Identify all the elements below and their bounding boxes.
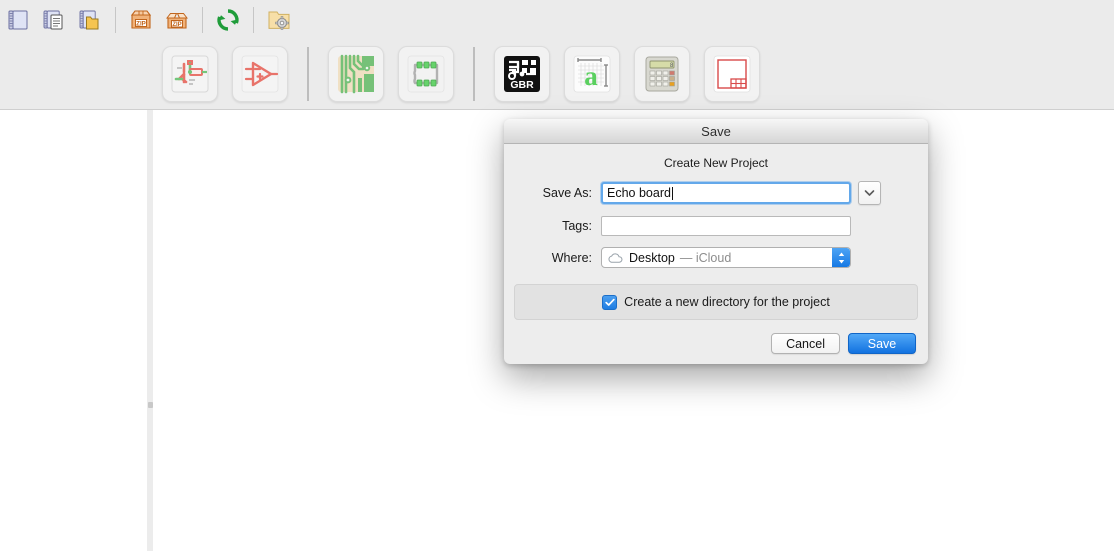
launcher-separator [473,47,475,101]
save-dialog: Save Create New Project Save As: Echo bo… [504,119,928,364]
app-window: ZIP ZIP GBR a 8 Save Create New Project … [0,0,1114,551]
tags-label: Tags: [562,219,592,233]
dialog-button-bar: Cancel Save [771,333,916,354]
save-as-label: Save As: [542,186,592,200]
create-directory-label: Create a new directory for the project [624,295,830,309]
project-tree-panel[interactable] [0,110,147,551]
cloud-icon [608,252,623,263]
archive-project-zip-icon[interactable]: ZIP [126,5,156,35]
where-row: Where: Desktop — iCloud [504,247,928,268]
refresh-icon[interactable] [213,5,243,35]
gerber-viewer-icon[interactable]: GBR [494,46,550,102]
dialog-subtitle: Create New Project [663,156,769,170]
image-converter-icon[interactable]: a [564,46,620,102]
drawing-sheet-editor-icon[interactable] [704,46,760,102]
top-toolbar: ZIP ZIP [0,0,1114,40]
unarchive-project-zip-icon[interactable]: ZIP [162,5,192,35]
launcher-toolbar: GBR a 8 [0,39,1114,110]
schematic-editor-icon[interactable] [162,46,218,102]
tags-row: Tags: [504,216,928,236]
toolbar-separator [253,6,254,33]
create-directory-checkbox[interactable] [602,294,618,310]
where-value-suffix: — iCloud [679,250,732,265]
tags-input[interactable] [601,216,851,236]
svg-text:a: a [584,61,598,91]
cancel-button[interactable]: Cancel [771,333,840,354]
open-project-icon[interactable] [75,5,105,35]
calculator-icon[interactable]: 8 [634,46,690,102]
pcb-editor-icon[interactable] [328,46,384,102]
where-label: Where: [551,250,592,265]
footprint-editor-icon[interactable] [398,46,454,102]
expand-browser-button[interactable] [858,181,881,205]
chevron-down-icon [864,190,875,196]
launcher-separator [307,47,309,101]
save-as-input[interactable]: Echo board [601,182,851,204]
save-button[interactable]: Save [848,333,916,354]
open-project-directory-icon[interactable] [264,5,294,35]
dialog-title: Save [701,123,731,139]
toolbar-separator [115,6,116,33]
save-as-row: Save As: Echo board [504,181,928,205]
svg-text:ZIP: ZIP [172,22,181,28]
save-as-value: Echo board [607,186,671,200]
svg-text:ZIP: ZIP [136,20,146,27]
where-value: Desktop [629,250,675,265]
where-select[interactable]: Desktop — iCloud [601,247,851,268]
checkmark-icon [605,298,615,306]
svg-text:GBR: GBR [510,79,534,91]
symbol-editor-icon[interactable] [232,46,288,102]
create-directory-row[interactable]: Create a new directory for the project [514,284,918,320]
stepper-arrows-icon [838,252,844,263]
where-stepper[interactable] [832,248,850,267]
new-project-icon[interactable] [3,5,33,35]
text-caret [671,186,673,200]
dialog-titlebar: Save [504,119,928,144]
new-project-from-template-icon[interactable] [39,5,69,35]
toolbar-separator [202,6,203,33]
